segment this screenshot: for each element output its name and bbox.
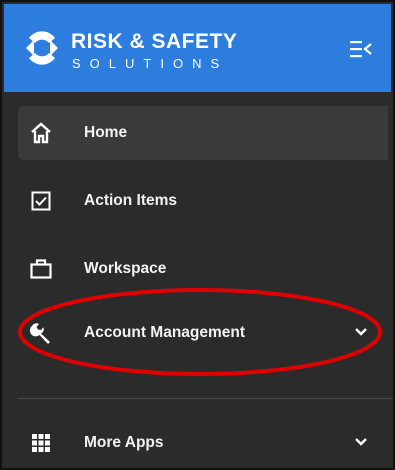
sidebar-item-action-items[interactable]: Action Items (18, 174, 388, 228)
sidebar-nav: Home Action Items Workspace Account Mana… (4, 92, 393, 468)
sidebar-item-label: Home (84, 124, 128, 141)
collapse-menu-icon[interactable] (350, 40, 372, 58)
sidebar-item-home[interactable]: Home (18, 106, 388, 160)
nav-divider (18, 398, 393, 399)
chevron-down-icon[interactable] (354, 326, 368, 338)
home-icon (28, 120, 54, 146)
sidebar-item-account-management[interactable]: Account Management (18, 306, 388, 360)
sidebar-item-label: More Apps (84, 434, 164, 451)
brand-subtitle: SOLUTIONS (72, 56, 229, 71)
app-window: RISK & SAFETY SOLUTIONS Home Action Item… (0, 0, 395, 470)
sidebar-item-label: Action Items (84, 192, 178, 209)
grid-icon (28, 430, 54, 456)
briefcase-icon (28, 256, 54, 282)
checkbox-icon (28, 188, 54, 214)
sidebar-item-workspace[interactable]: Workspace (18, 242, 388, 296)
sidebar-item-more-apps[interactable]: More Apps (18, 416, 388, 468)
wrench-icon (28, 320, 54, 346)
risk-safety-logo (26, 31, 58, 65)
sidebar-item-label: Account Management (84, 324, 246, 341)
header-bar: RISK & SAFETY SOLUTIONS (4, 4, 391, 92)
brand-name: RISK & SAFETY (71, 30, 238, 53)
sidebar-item-label: Workspace (84, 260, 167, 277)
chevron-down-icon[interactable] (354, 436, 368, 448)
